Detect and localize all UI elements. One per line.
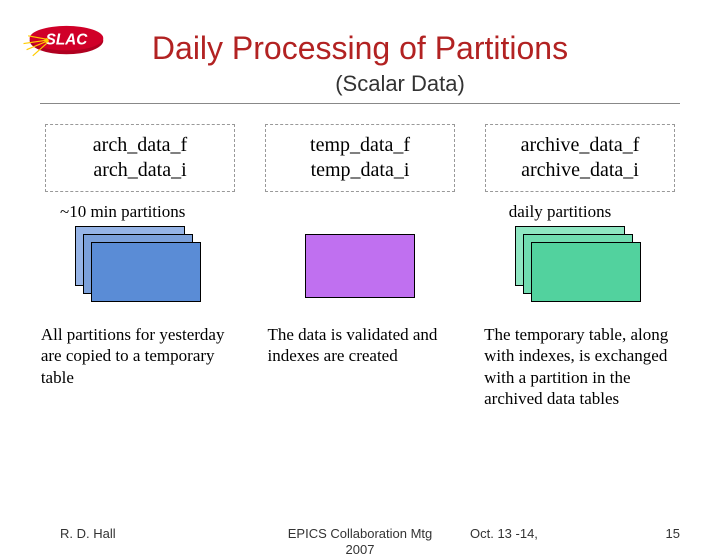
table-names-row: arch_data_f arch_data_i temp_data_f temp…	[30, 124, 690, 192]
temp-tables-box: temp_data_f temp_data_i	[265, 124, 455, 192]
desc-left: All partitions for yesterday are copied …	[41, 324, 236, 409]
arch-data-f: arch_data_f	[50, 133, 230, 158]
footer-date: Oct. 13 -14,	[470, 526, 538, 541]
arch-tables-box: arch_data_f arch_data_i	[45, 124, 235, 192]
archive-data-f: archive_data_f	[490, 133, 670, 158]
archive-tables-box: archive_data_f archive_data_i	[485, 124, 675, 192]
slide-subtitle: (Scalar Data)	[0, 71, 720, 97]
divider	[40, 103, 680, 104]
temp-stack	[265, 226, 455, 306]
temp-data-f: temp_data_f	[270, 133, 450, 158]
partition-graphics	[30, 226, 690, 306]
desc-right: The temporary table, along with indexes,…	[484, 324, 679, 409]
archive-data-i: archive_data_i	[490, 158, 670, 183]
temp-data-i: temp_data_i	[270, 158, 450, 183]
ten-min-label: ~10 min partitions	[60, 202, 260, 222]
archive-stack	[485, 226, 675, 306]
footer-meeting: EPICS Collaboration Mtg 2007	[0, 526, 720, 557]
slac-logo: SLAC	[22, 18, 114, 66]
arch-data-i: arch_data_i	[50, 158, 230, 183]
desc-mid: The data is validated and indexes are cr…	[257, 324, 462, 409]
descriptions-row: All partitions for yesterday are copied …	[30, 324, 690, 409]
arch-stack	[45, 226, 235, 306]
svg-text:SLAC: SLAC	[46, 31, 89, 48]
footer-pagenum: 15	[666, 526, 680, 541]
partition-labels: ~10 min partitions daily partitions	[60, 202, 660, 222]
daily-label: daily partitions	[460, 202, 660, 222]
